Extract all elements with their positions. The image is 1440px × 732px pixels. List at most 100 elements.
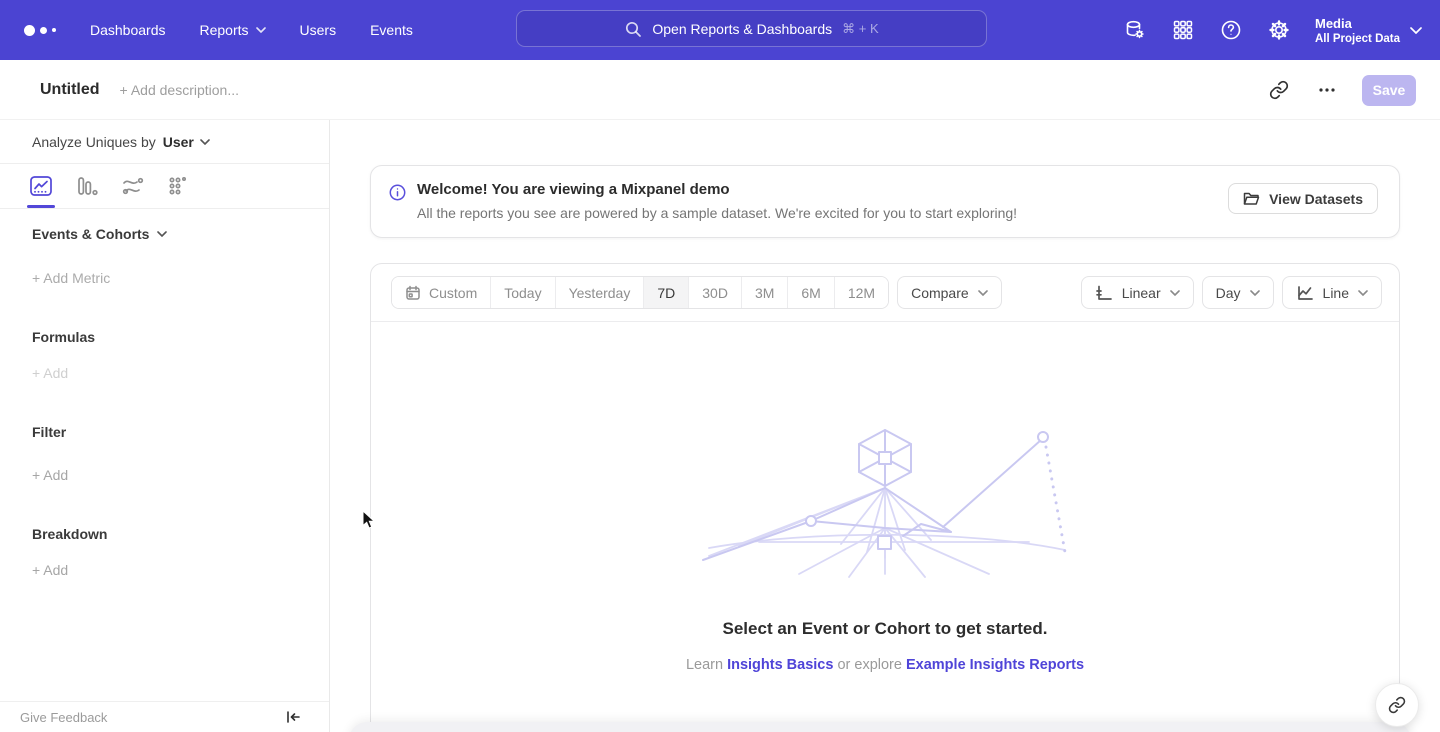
tab-insights-line-chart[interactable] (29, 164, 75, 208)
view-datasets-label: View Datasets (1269, 191, 1363, 207)
range-label: Custom (429, 285, 477, 301)
analyze-value: User (163, 134, 194, 150)
chevron-down-icon (1170, 290, 1180, 296)
sidebar-footer: Give Feedback (0, 701, 329, 732)
filter-section-title: Filter (32, 422, 66, 442)
tab-flows-chart[interactable] (121, 164, 167, 208)
analyze-by-dropdown[interactable]: User (163, 134, 210, 150)
chevron-down-icon (256, 27, 266, 33)
tab-bar-chart[interactable] (75, 164, 121, 208)
add-metric-button[interactable]: + Add Metric (32, 268, 110, 288)
settings-gear-icon[interactable] (1267, 18, 1291, 42)
give-feedback-link[interactable]: Give Feedback (20, 710, 107, 725)
mixpanel-logo[interactable] (24, 25, 56, 36)
range-label: 3M (755, 285, 774, 301)
empty-state-subtitle: Learn Insights Basics or explore Example… (371, 657, 1399, 673)
range-3m[interactable]: 3M (742, 277, 788, 308)
nav-item-reports[interactable]: Reports (200, 22, 266, 38)
add-description-field[interactable]: + Add description... (120, 82, 239, 98)
global-search[interactable]: Open Reports & Dashboards ⌘ + K (516, 10, 987, 47)
range-yesterday[interactable]: Yesterday (556, 277, 645, 308)
empty-state-text: or explore (837, 657, 901, 673)
more-options-icon[interactable] (1314, 77, 1340, 103)
banner-title: Welcome! You are viewing a Mixpanel demo (417, 181, 730, 198)
nav-label: Events (370, 22, 413, 38)
info-icon (389, 184, 406, 201)
logo-dot (24, 25, 35, 36)
logo-dot (40, 27, 47, 34)
chevron-down-icon (1410, 27, 1422, 34)
compare-label: Compare (911, 285, 969, 301)
tab-retention-grid[interactable] (167, 164, 213, 208)
nav-item-events[interactable]: Events (370, 22, 413, 38)
search-placeholder: Open Reports & Dashboards (652, 21, 832, 37)
collapse-sidebar-icon[interactable] (285, 709, 301, 725)
example-insights-reports-link[interactable]: Example Insights Reports (906, 657, 1084, 673)
range-custom[interactable]: Custom (392, 277, 491, 308)
insights-basics-link[interactable]: Insights Basics (727, 657, 833, 673)
chevron-down-icon (978, 290, 988, 296)
project-selector[interactable]: Media All Project Data (1315, 15, 1422, 46)
add-formula-button[interactable]: + Add (32, 363, 68, 383)
range-12m[interactable]: 12M (835, 277, 888, 308)
project-name: Media (1315, 15, 1400, 32)
chart-type-label: Line (1323, 285, 1349, 301)
copy-link-icon[interactable] (1266, 77, 1292, 103)
nav-item-dashboards[interactable]: Dashboards (90, 22, 166, 38)
formulas-section-title: Formulas (32, 327, 95, 347)
chart-controls: Custom Today Yesterday 7D 30D 3M 6M 12M … (371, 264, 1399, 322)
add-filter-button[interactable]: + Add (32, 465, 68, 485)
range-label: Yesterday (569, 285, 631, 301)
nav-item-users[interactable]: Users (300, 22, 337, 38)
empty-state-text: Learn (686, 657, 723, 673)
chart-type-selector[interactable]: Line (1282, 276, 1382, 309)
chevron-down-icon (1250, 290, 1260, 296)
top-nav: Dashboards Reports Users Events Open Rep… (0, 0, 1440, 60)
apps-grid-icon[interactable] (1171, 18, 1195, 42)
analyze-label: Analyze Uniques by (32, 134, 156, 150)
logo-dot (52, 28, 56, 32)
next-card-peek (349, 722, 1411, 732)
range-6m[interactable]: 6M (788, 277, 834, 308)
range-label: 12M (848, 285, 875, 301)
analyze-row: Analyze Uniques by User (0, 120, 329, 164)
granularity-label: Day (1216, 285, 1241, 301)
events-cohorts-label: Events & Cohorts (32, 224, 149, 244)
folder-icon (1243, 191, 1260, 206)
calendar-icon (405, 285, 421, 301)
range-today[interactable]: Today (491, 277, 555, 308)
granularity-selector[interactable]: Day (1202, 276, 1274, 309)
main-content: Welcome! You are viewing a Mixpanel demo… (330, 120, 1440, 732)
save-button[interactable]: Save (1362, 75, 1416, 106)
sidebar: Analyze Uniques by User (0, 120, 330, 732)
range-label: 6M (801, 285, 820, 301)
chart-type-tabs (0, 164, 329, 209)
empty-state-title: Select an Event or Cohort to get started… (371, 619, 1399, 639)
range-7d[interactable]: 7D (644, 277, 689, 308)
search-icon (624, 20, 642, 38)
scale-label: Linear (1122, 285, 1161, 301)
banner-subtitle: All the reports you see are powered by a… (417, 205, 1017, 221)
events-cohorts-section[interactable]: Events & Cohorts (32, 224, 167, 244)
report-card: Custom Today Yesterday 7D 30D 3M 6M 12M … (370, 263, 1400, 732)
data-management-icon[interactable] (1123, 18, 1147, 42)
chevron-down-icon (1358, 290, 1368, 296)
nav-label: Dashboards (90, 22, 166, 38)
linear-axis-icon (1095, 284, 1113, 302)
range-30d[interactable]: 30D (689, 277, 742, 308)
empty-state-illustration (699, 424, 1071, 579)
share-link-button[interactable] (1375, 683, 1419, 727)
range-label: 7D (657, 285, 675, 301)
project-scope: All Project Data (1315, 32, 1400, 46)
help-icon[interactable] (1219, 18, 1243, 42)
range-label: Today (504, 285, 541, 301)
report-title[interactable]: Untitled (40, 81, 100, 99)
line-chart-icon (1296, 284, 1314, 302)
report-header: Untitled + Add description... Save (0, 60, 1440, 120)
add-breakdown-button[interactable]: + Add (32, 560, 68, 580)
scale-selector[interactable]: Linear (1081, 276, 1194, 309)
date-range-selector: Custom Today Yesterday 7D 30D 3M 6M 12M (391, 276, 889, 309)
welcome-banner: Welcome! You are viewing a Mixpanel demo… (370, 165, 1400, 238)
compare-button[interactable]: Compare (897, 276, 1002, 309)
view-datasets-button[interactable]: View Datasets (1228, 183, 1378, 214)
